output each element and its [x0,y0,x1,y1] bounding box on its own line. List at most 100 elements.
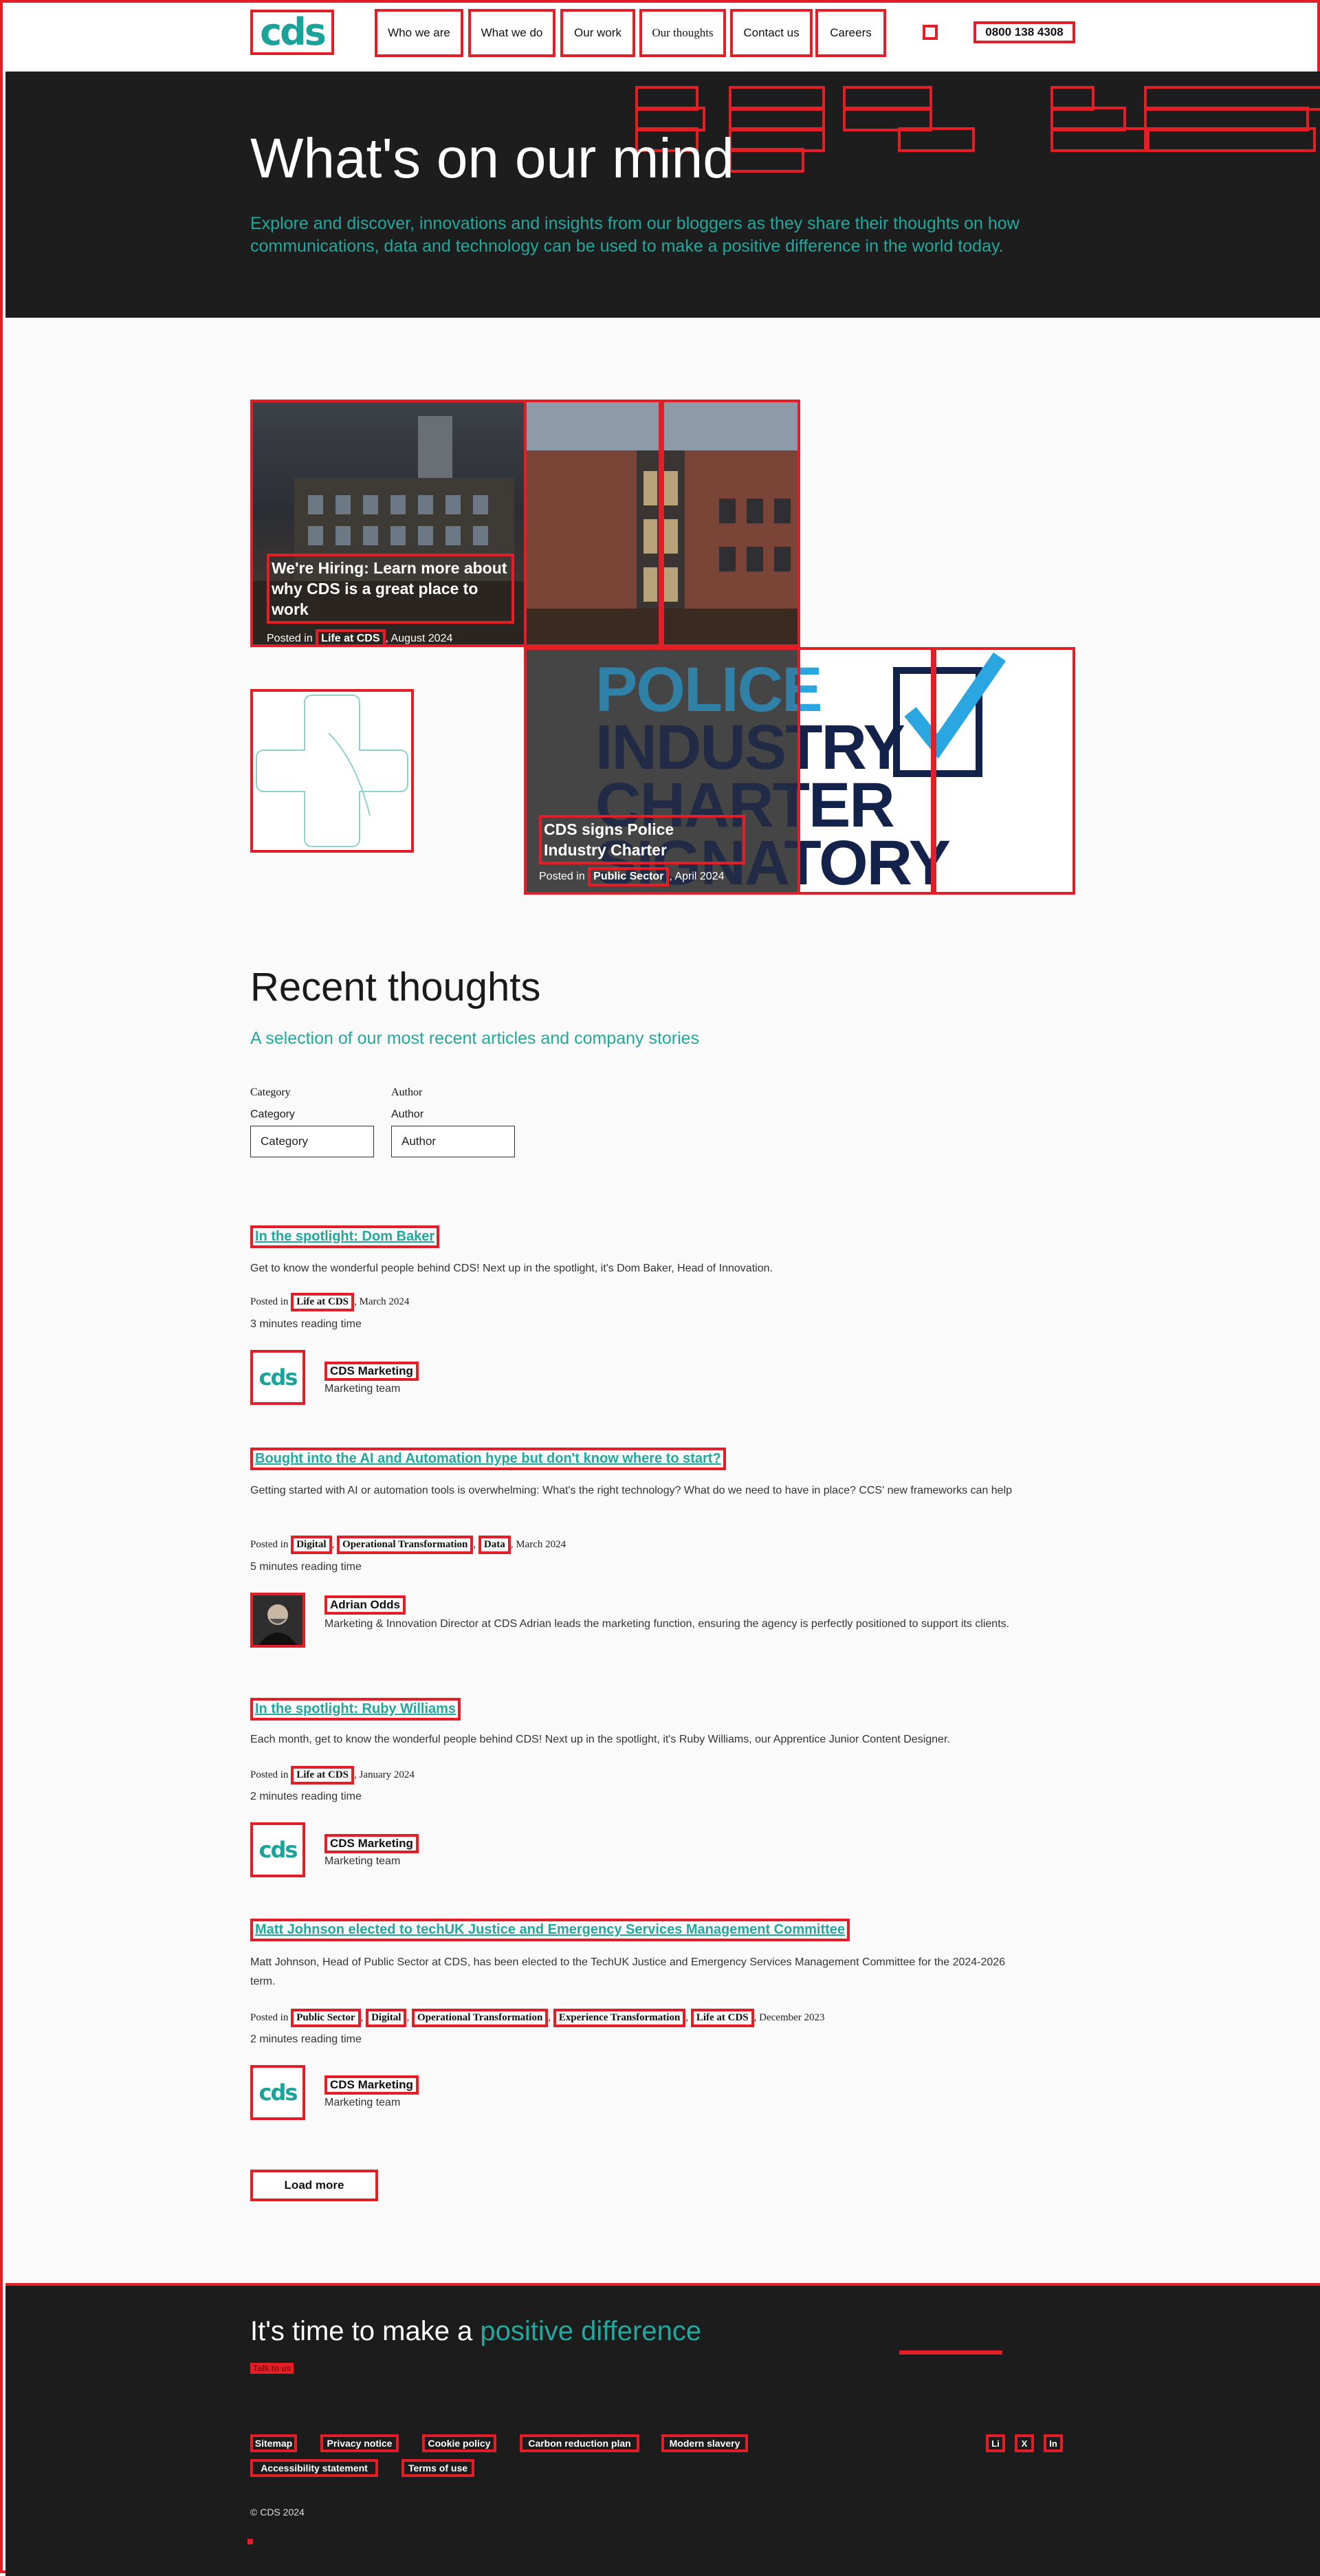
author-role: Marketing team [324,1383,401,1395]
author-name[interactable]: CDS Marketing [324,1834,419,1853]
linkedin-icon[interactable]: Li [986,2434,1005,2452]
posted-in-label: Posted in [250,1539,289,1550]
featured-meta: Posted in Public Sector, April 2024 [539,867,786,886]
author-select[interactable]: Author [391,1126,515,1157]
post-tag[interactable]: Public Sector [291,2009,361,2027]
footer-marker [248,2539,253,2544]
post-tag[interactable]: Life at CDS [291,1766,355,1784]
footer-link-modern-slavery[interactable]: Modern slavery [661,2434,748,2452]
category-select[interactable]: Category [250,1126,374,1157]
copyright: © CDS 2024 [250,2507,305,2518]
featured-meta: Posted in Life at CDS, August 2024 [267,629,514,644]
featured-image-building[interactable] [524,400,800,647]
nav-our-work[interactable]: Our work [560,9,635,57]
footer-link-cookie[interactable]: Cookie policy [422,2434,496,2452]
featured-card-police-charter[interactable]: POLICE INDUSTRY CHARTER SIGNATORY CDS si… [524,647,800,895]
instagram-icon[interactable]: In [1044,2434,1063,2452]
dropdown-overlay-box [729,148,804,173]
page-title: What's on our mind [250,127,734,190]
posted-in-label: Posted in [250,2012,289,2023]
nav-our-thoughts[interactable]: Our thoughts [639,9,726,57]
avatar-logo: cds [258,2080,298,2106]
image-divider [659,402,664,644]
author-role: Marketing team [324,2097,401,2108]
author-filter-label: Author [391,1087,423,1098]
author-avatar[interactable]: cds [250,1350,305,1405]
avatar-logo: cds [258,1364,298,1390]
footer-link-sitemap[interactable]: Sitemap [250,2434,297,2452]
post-tag[interactable]: Life at CDS [690,2009,754,2027]
reading-time: 2 minutes reading time [250,2033,362,2045]
author-role: Marketing & Innovation Director at CDS A… [324,1618,1010,1630]
category-tag[interactable]: Life at CDS [316,629,386,644]
post-tag[interactable]: Life at CDS [291,1293,355,1311]
featured-card-hiring[interactable]: We're Hiring: Learn more about why CDS i… [250,400,527,647]
talk-to-us-link[interactable]: Talk to us [250,2363,294,2374]
post-meta: Posted in Life at CDS, January 2024 [250,1766,415,1784]
search-toggle-icon[interactable] [923,25,938,40]
featured-title[interactable]: CDS signs Police Industry Charter [539,815,745,864]
nav-what-we-do[interactable]: What we do [468,9,556,57]
featured-title[interactable]: We're Hiring: Learn more about why CDS i… [267,554,514,624]
post-tag[interactable]: Data [478,1536,511,1554]
reading-time: 3 minutes reading time [250,1318,362,1330]
featured-date: , April 2024 [669,871,725,882]
cta-prefix: It's time to make a [250,2316,481,2346]
author-name[interactable]: CDS Marketing [324,1362,419,1381]
posted-in-label: Posted in [250,1296,289,1307]
load-more-button[interactable]: Load more [250,2170,378,2201]
cta-highlight: positive difference [480,2316,702,2346]
post-title[interactable]: Bought into the AI and Automation hype b… [250,1448,726,1470]
check-mark-icon [893,652,1006,777]
author-avatar[interactable] [250,1593,305,1648]
footer-link-accessibility[interactable]: Accessibility statement [250,2459,378,2477]
post-date: , December 2023 [754,2012,825,2023]
category-select-label: Category [250,1109,295,1120]
person-photo-icon [253,1595,302,1645]
nav-who-we-are[interactable]: Who we are [375,9,463,57]
post-tag[interactable]: Digital [291,1536,332,1554]
nav-contact-us[interactable]: Contact us [730,9,813,57]
posted-in-label: Posted in [267,633,313,644]
plus-icon [256,695,408,847]
charter-word-4-continued: SIGNATORY [800,828,951,895]
footer-link-carbon[interactable]: Carbon reduction plan [520,2434,639,2452]
nav-careers[interactable]: Careers [815,9,886,57]
recent-subtitle: A selection of our most recent articles … [250,1029,700,1048]
footer-link-terms[interactable]: Terms of use [402,2459,474,2477]
post-meta: Posted in Digital, Operational Transform… [250,1536,566,1554]
author-avatar[interactable]: cds [250,2065,305,2120]
avatar-logo: cds [258,1837,298,1863]
category-tag[interactable]: Public Sector [588,867,670,886]
reading-time: 5 minutes reading time [250,1561,362,1573]
post-meta: Posted in Public Sector, Digital, Operat… [250,2009,825,2027]
dropdown-overlay-box [1050,127,1150,152]
recent-title: Recent thoughts [250,965,541,1009]
post-tag[interactable]: Digital [366,2009,407,2027]
author-name[interactable]: CDS Marketing [324,2075,419,2095]
x-icon[interactable]: X [1015,2434,1034,2452]
post-tag[interactable]: Experience Transformation [553,2009,686,2027]
logo-text: cds [260,10,327,54]
post-excerpt: Matt Johnson, Head of Public Sector at C… [250,1956,1006,1987]
author-name[interactable]: Adrian Odds [324,1595,406,1615]
author-role: Marketing team [324,1855,401,1867]
post-title[interactable]: Matt Johnson elected to techUK Justice a… [250,1919,850,1941]
post-date: , March 2024 [354,1296,410,1307]
post-tag[interactable]: Operational Transformation [337,1536,474,1554]
footer-link-privacy[interactable]: Privacy notice [320,2434,399,2452]
post-title[interactable]: In the spotlight: Dom Baker [250,1225,440,1248]
phone-link[interactable]: 0800 138 4308 [974,21,1075,43]
reading-time: 2 minutes reading time [250,1791,362,1802]
category-filter-label: Category [250,1087,291,1098]
posted-in-label: Posted in [539,871,585,882]
post-title[interactable]: In the spotlight: Ruby Williams [250,1698,461,1721]
decorative-plus-tile [250,689,414,853]
posted-in-label: Posted in [250,1769,289,1780]
post-excerpt: Each month, get to know the wonderful pe… [250,1734,950,1745]
post-date: , March 2024 [510,1539,566,1550]
cds-logo[interactable]: cds [250,10,334,55]
author-avatar[interactable]: cds [250,1822,305,1877]
author-select-label: Author [391,1109,424,1120]
post-tag[interactable]: Operational Transformation [411,2009,549,2027]
